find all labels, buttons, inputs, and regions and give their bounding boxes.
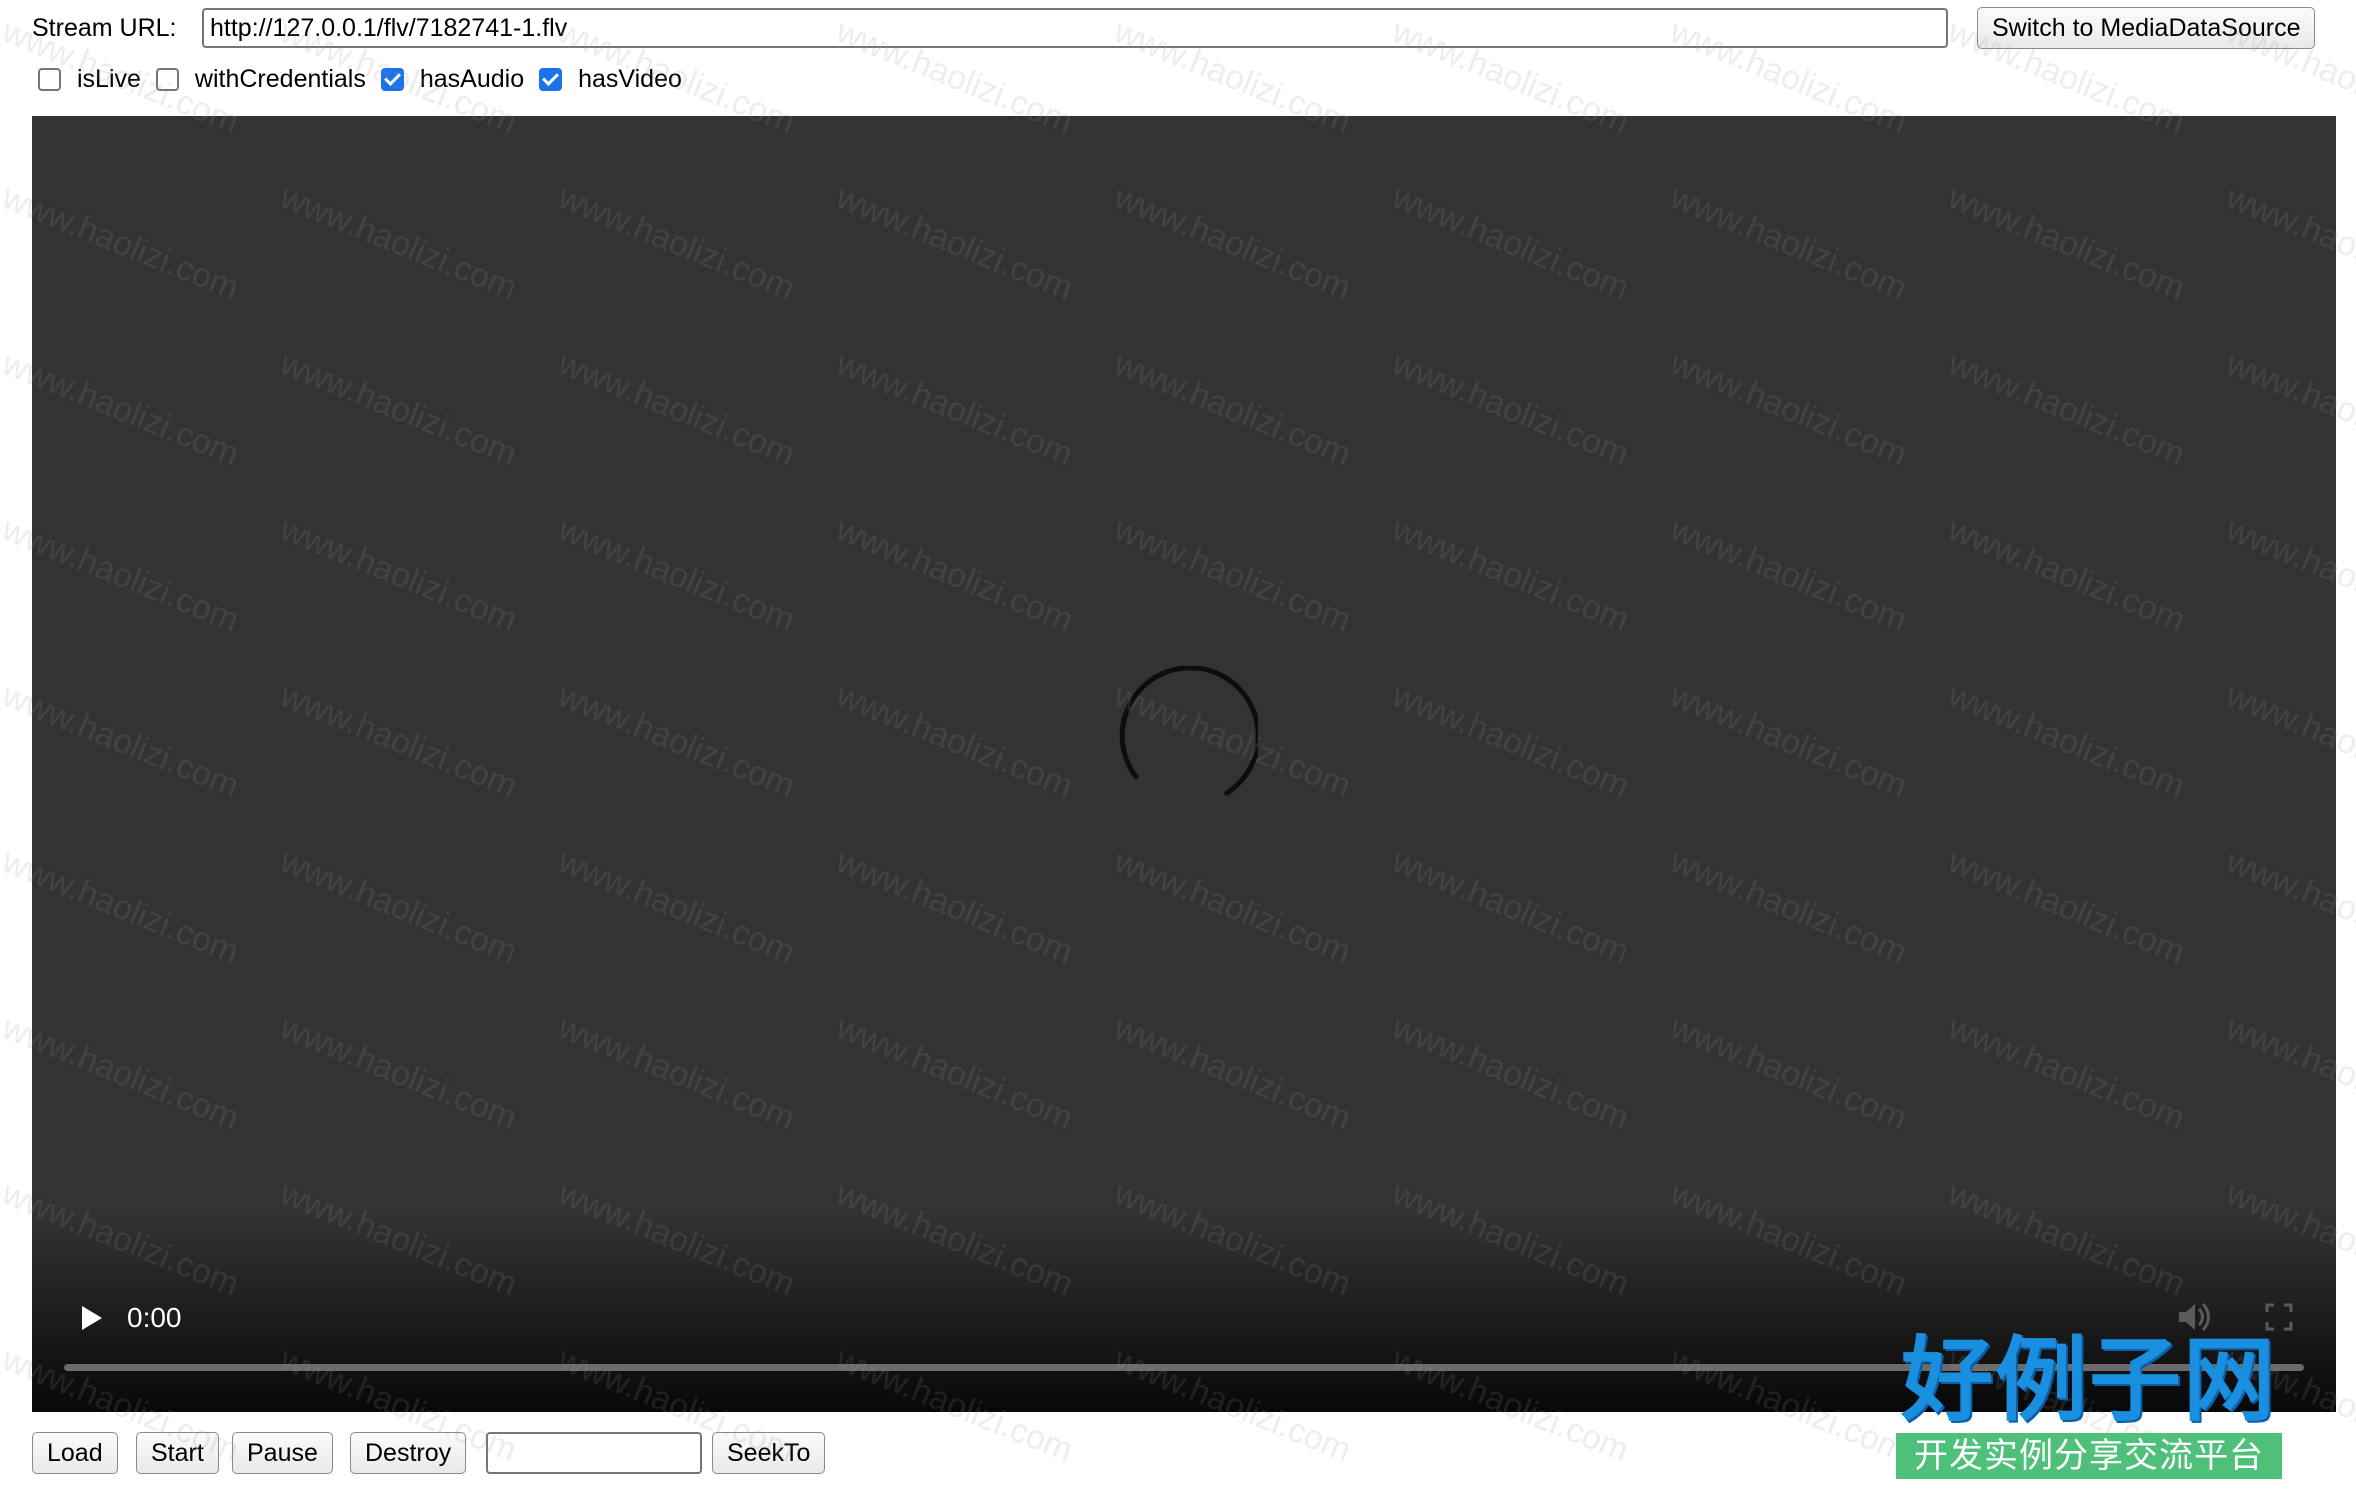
- stream-url-input[interactable]: [202, 8, 1948, 48]
- option-withcredentials[interactable]: withCredentials: [155, 64, 366, 94]
- load-button[interactable]: Load: [32, 1432, 118, 1474]
- switch-mediadatasource-button[interactable]: Switch to MediaDataSource: [1977, 7, 2316, 49]
- seek-input[interactable]: [486, 1432, 702, 1474]
- stream-url-row: Stream URL: Switch to MediaDataSource: [32, 7, 2332, 52]
- brand-logo: 好例子网 开发实例分享交流平台: [1896, 1330, 2282, 1480]
- withcredentials-label: withCredentials: [194, 64, 366, 93]
- loading-spinner-icon: [1119, 666, 1258, 796]
- seekto-button[interactable]: SeekTo: [712, 1432, 826, 1474]
- hasaudio-checkbox[interactable]: [380, 67, 404, 91]
- pause-button[interactable]: Pause: [232, 1432, 333, 1474]
- option-islive[interactable]: isLive: [38, 65, 141, 94]
- video-player[interactable]: 0:00: [32, 116, 2336, 1412]
- hasvideo-checkbox[interactable]: [539, 67, 563, 91]
- withcredentials-checkbox[interactable]: [155, 67, 179, 91]
- islive-label: isLive: [77, 64, 141, 93]
- hasvideo-label: hasVideo: [578, 64, 682, 93]
- islive-checkbox[interactable]: [38, 67, 61, 91]
- current-time: 0:00: [127, 1302, 182, 1333]
- brand-title: 好例子网: [1900, 1326, 2277, 1434]
- destroy-button[interactable]: Destroy: [350, 1432, 467, 1474]
- option-hasvideo[interactable]: hasVideo: [539, 65, 682, 94]
- play-icon[interactable]: [70, 1298, 110, 1338]
- option-hasaudio[interactable]: hasAudio: [380, 64, 525, 94]
- hasaudio-label: hasAudio: [419, 64, 525, 93]
- stream-url-label: Stream URL:: [32, 14, 177, 42]
- options-row: isLive withCredentials hasAudio hasVideo: [38, 62, 697, 96]
- brand-subtitle: 开发实例分享交流平台: [1896, 1433, 2282, 1479]
- start-button[interactable]: Start: [136, 1432, 219, 1474]
